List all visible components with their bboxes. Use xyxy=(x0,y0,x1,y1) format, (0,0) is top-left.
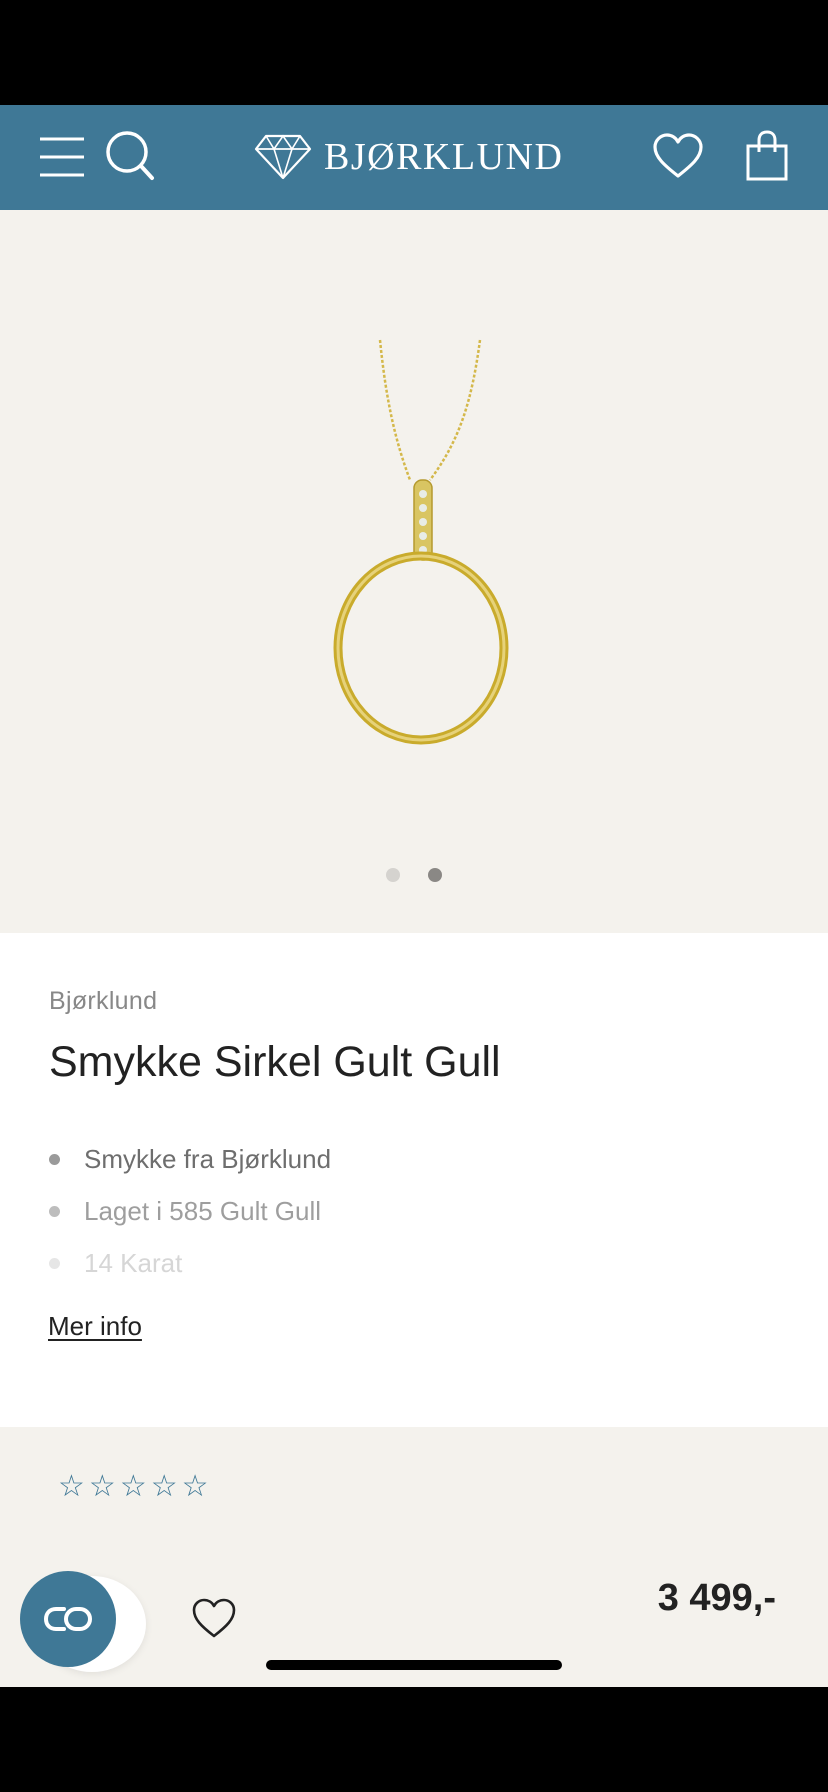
bullet-icon xyxy=(49,1153,60,1165)
heart-icon xyxy=(192,1598,236,1638)
menu-button[interactable] xyxy=(36,127,88,187)
product-title: Smykke Sirkel Gult Gull xyxy=(49,1038,501,1086)
wishlist-button[interactable] xyxy=(650,127,706,185)
chat-button[interactable] xyxy=(20,1571,116,1667)
product-image[interactable] xyxy=(300,330,530,820)
gallery-dot-1[interactable] xyxy=(386,868,400,882)
product-gallery[interactable] xyxy=(0,210,828,933)
star-outline-icon: ☆ xyxy=(181,1470,209,1503)
brand-logo[interactable]: BJØRKLUND xyxy=(254,131,563,183)
status-bar xyxy=(0,0,828,105)
cart-button[interactable] xyxy=(742,125,792,187)
heart-icon xyxy=(653,133,703,178)
feature-list: Smykke fra Bjørklund Laget i 585 Gult Gu… xyxy=(49,1133,331,1289)
feature-item: Smykke fra Bjørklund xyxy=(49,1133,331,1185)
feature-text: Smykke fra Bjørklund xyxy=(84,1143,332,1174)
product-brand[interactable]: Bjørklund xyxy=(49,987,157,1016)
home-indicator[interactable] xyxy=(266,1660,562,1670)
shopping-bag-icon xyxy=(746,130,788,181)
product-info: Bjørklund Smykke Sirkel Gult Gull Smykke… xyxy=(0,933,828,1427)
search-icon xyxy=(106,131,154,180)
gallery-pagination xyxy=(0,868,828,882)
brand-name: BJØRKLUND xyxy=(324,136,564,178)
feature-item: Laget i 585 Gult Gull xyxy=(49,1185,331,1237)
bullet-icon xyxy=(49,1257,60,1269)
star-outline-icon: ☆ xyxy=(58,1470,85,1503)
menu-icon xyxy=(40,137,84,177)
top-navigation: BJØRKLUND xyxy=(0,105,828,210)
search-button[interactable] xyxy=(101,125,159,187)
product-price: 3 499,- xyxy=(657,1577,776,1619)
star-rating[interactable]: ☆ ☆ ☆ ☆ ☆ xyxy=(58,1472,209,1502)
bottom-bar xyxy=(0,1687,828,1792)
gallery-dot-2[interactable] xyxy=(428,868,442,882)
star-outline-icon: ☆ xyxy=(88,1470,116,1503)
feature-text: Laget i 585 Gult Gull xyxy=(84,1195,322,1226)
star-outline-icon: ☆ xyxy=(119,1470,147,1503)
more-info-link[interactable]: Mer info xyxy=(48,1311,142,1342)
feature-item: 14 Karat xyxy=(49,1237,331,1289)
diamond-logo-icon xyxy=(254,134,312,180)
star-outline-icon: ☆ xyxy=(150,1470,178,1503)
bullet-icon xyxy=(49,1205,60,1217)
chat-link-icon xyxy=(43,1607,92,1631)
add-to-wishlist-button[interactable] xyxy=(190,1596,238,1640)
feature-text: 14 Karat xyxy=(84,1247,183,1278)
